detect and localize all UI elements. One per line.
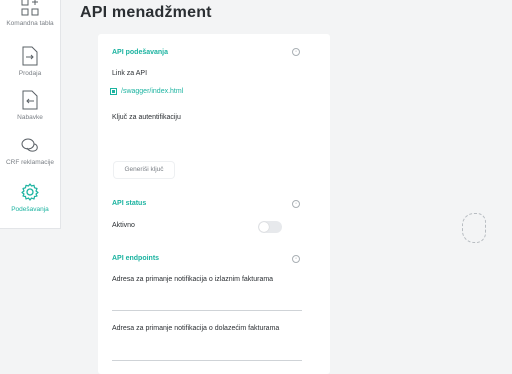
page-title: API menadžment [80, 4, 212, 21]
api-settings-header: API podešavanja [112, 49, 169, 56]
api-settings-panel: API podešavanja · Link za API /swagger/i… [98, 34, 330, 374]
collapse-toggle-icon[interactable]: · [292, 48, 300, 56]
collapse-toggle-icon[interactable]: · [292, 255, 300, 263]
dashboard-grid-icon [21, 0, 39, 16]
chat-bubbles-icon [21, 138, 38, 152]
decorative-outline [462, 213, 486, 243]
gear-icon [21, 183, 39, 201]
sidebar-item-label: Komandna tabla [6, 20, 54, 27]
sidebar-item-label: CRF reklamacije [5, 159, 55, 166]
external-link-icon [110, 88, 117, 95]
sidebar: Komandna tabla Prodaja Nabavke CRF rekla… [0, 0, 61, 229]
sidebar-item-label: Prodaja [18, 70, 42, 77]
incoming-notification-input[interactable] [112, 360, 302, 361]
active-label: Aktivno [112, 222, 135, 229]
auth-key-label: Ključ za autentifikaciju [112, 114, 181, 121]
outgoing-notification-input[interactable] [112, 310, 302, 311]
sales-doc-icon [22, 46, 38, 66]
generate-key-button[interactable]: Generiši ključ [114, 162, 174, 178]
api-endpoints-header: API endpoints [112, 255, 160, 262]
api-link-label: Link za API [112, 70, 148, 77]
api-status-header: API status [112, 200, 147, 207]
api-link-text[interactable]: /swagger/index.html [121, 88, 183, 95]
incoming-notification-label: Adresa za primanje notifikacija o dolaze… [112, 325, 280, 332]
sidebar-item-prodaja[interactable]: Prodaja [0, 46, 60, 77]
api-link[interactable]: /swagger/index.html [110, 88, 183, 95]
purchase-doc-icon [22, 90, 38, 110]
toggle-knob [259, 222, 269, 232]
collapse-toggle-icon[interactable]: · [292, 200, 300, 208]
active-toggle[interactable] [258, 221, 282, 233]
outgoing-notification-label: Adresa za primanje notifikacija o izlazn… [112, 276, 274, 283]
sidebar-item-komandna-tabla[interactable]: Komandna tabla [0, 0, 60, 27]
sidebar-item-label: Podešavanja [11, 206, 49, 213]
sidebar-item-podesavanja[interactable]: Podešavanja [0, 182, 60, 213]
sidebar-item-nabavke[interactable]: Nabavke [0, 90, 60, 121]
sidebar-item-label: Nabavke [17, 114, 43, 121]
sidebar-item-crf-reklamacije[interactable]: CRF reklamacije [0, 137, 60, 166]
